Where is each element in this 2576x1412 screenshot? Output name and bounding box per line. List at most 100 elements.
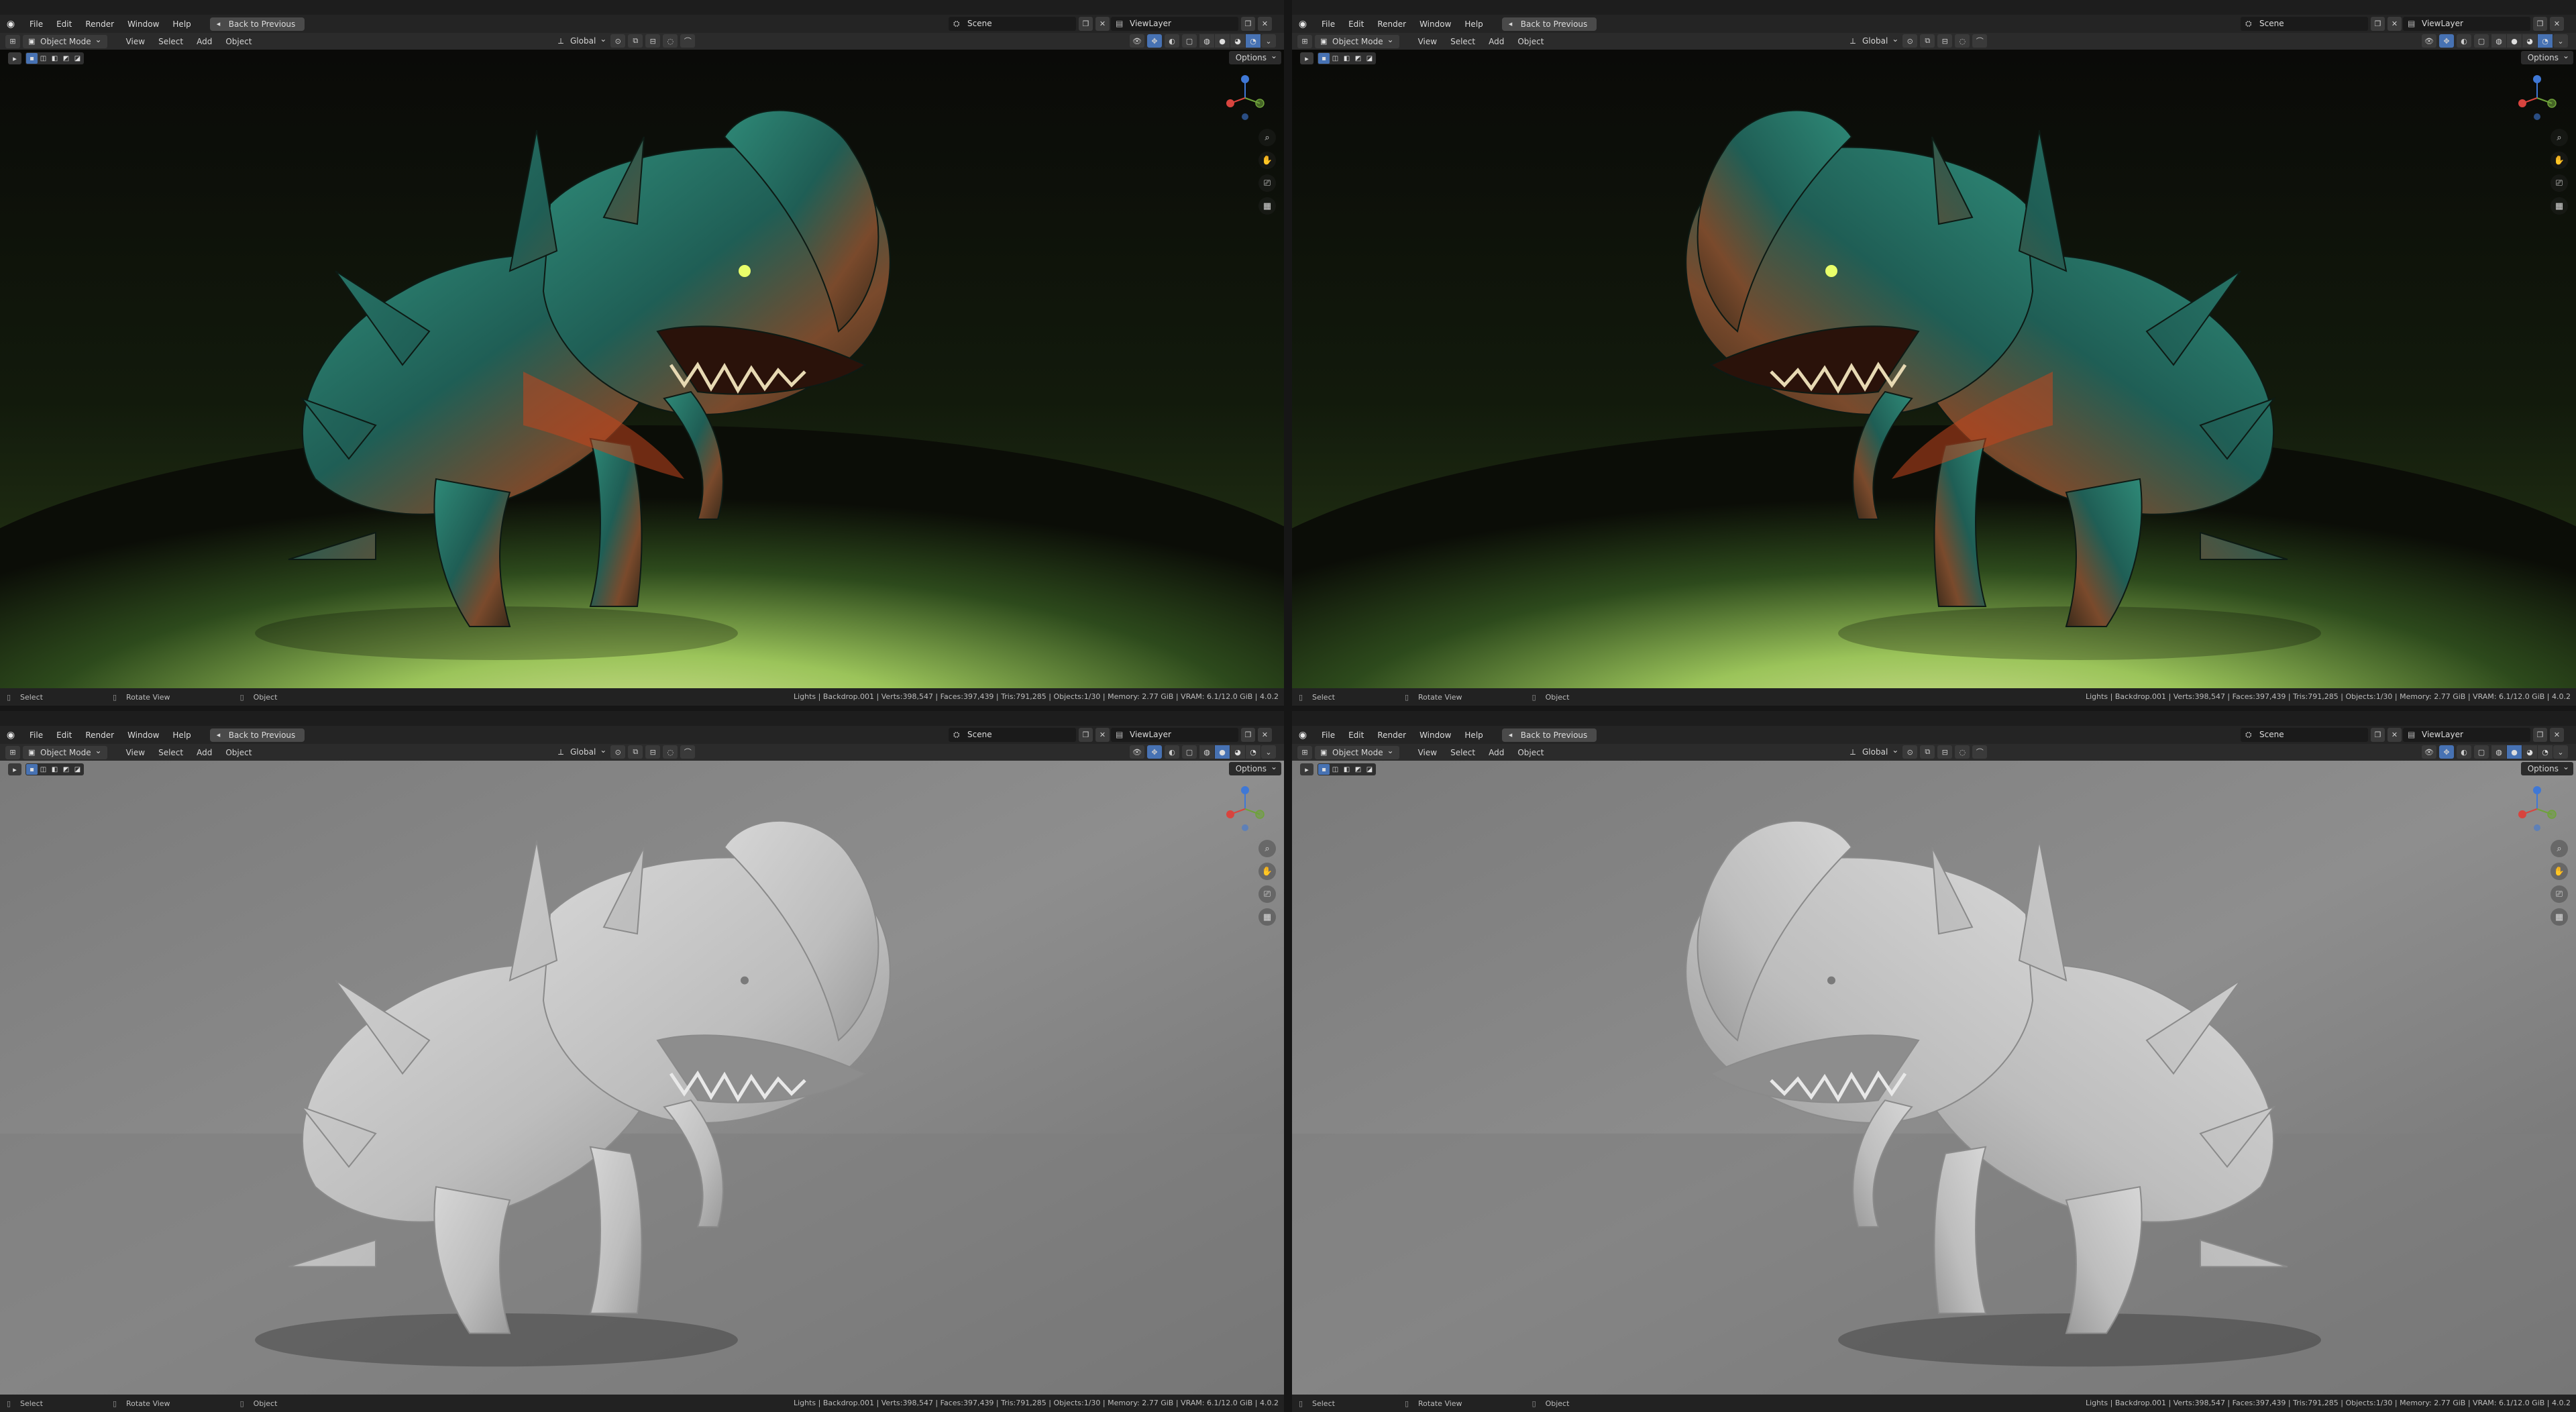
gizmo-toggle-icon[interactable]: ✥ [2439,34,2454,48]
menu-file[interactable]: File [23,728,50,743]
new-layer-icon[interactable]: ❐ [1241,17,1255,31]
menu-view[interactable]: View [1411,746,1444,759]
pivot-icon[interactable]: ⊙ [1902,745,1918,759]
overlay-icon[interactable]: ◐ [1165,34,1179,48]
shading-wireframe-icon[interactable]: ◍ [1199,745,1214,759]
select-subtract-icon[interactable]: ◧ [1341,764,1352,775]
snap-icon[interactable]: ⧉ [1920,34,1935,48]
falloff-icon[interactable]: ⌒ [1972,745,1988,759]
snap-icon[interactable]: ⧉ [628,34,643,48]
zoom-icon[interactable]: ⌕ [1258,840,1276,857]
menu-file[interactable]: File [1315,728,1342,743]
menu-edit[interactable]: Edit [50,17,78,32]
delete-layer-icon[interactable]: ✕ [2550,728,2564,742]
select-new-icon[interactable]: ▪ [26,53,38,64]
select-invert-icon[interactable]: ◩ [60,764,72,775]
editor-type-icon[interactable]: ⊞ [1297,745,1312,759]
select-invert-icon[interactable]: ◩ [1352,764,1364,775]
delete-layer-icon[interactable]: ✕ [1258,17,1272,31]
options-dropdown[interactable]: Options [1228,760,1281,775]
new-scene-icon[interactable]: ❐ [2371,728,2385,742]
blender-logo-icon[interactable]: ◉ [1296,728,1309,742]
menu-select[interactable]: Select [152,746,190,759]
blender-logo-icon[interactable]: ◉ [1296,17,1309,31]
menu-object[interactable]: Object [1511,35,1550,48]
camera-icon[interactable]: ⎚ [2551,885,2568,903]
overlay-icon[interactable]: ◐ [2457,745,2471,759]
orientation-dropdown[interactable]: Global [1846,32,1902,48]
orientation-dropdown[interactable]: Global [554,743,610,759]
shading-wireframe-icon[interactable]: ◍ [2491,745,2506,759]
back-to-previous-button[interactable]: Back to Previous [1501,728,1597,742]
menu-file[interactable]: File [23,17,50,32]
proportional-edit-icon[interactable]: ◌ [663,745,678,759]
ortho-grid-icon[interactable]: ▦ [2551,197,2568,215]
menu-file[interactable]: File [1315,17,1342,32]
snap-target-icon[interactable]: ⊟ [1937,745,1953,759]
shading-options-icon[interactable]: ⌄ [2553,34,2568,48]
menu-render[interactable]: Render [1371,17,1413,32]
ortho-grid-icon[interactable]: ▦ [1258,908,1276,926]
delete-layer-icon[interactable]: ✕ [2550,17,2564,31]
visibility-icon[interactable]: 👁 [2422,34,2436,48]
options-dropdown[interactable]: Options [1228,49,1281,64]
tool-cursor-icon[interactable]: ▸ [8,763,21,775]
select-extend-icon[interactable]: ◫ [38,53,49,64]
menu-render[interactable]: Render [78,728,121,743]
visibility-icon[interactable]: 👁 [2422,745,2436,759]
tool-cursor-icon[interactable]: ▸ [8,52,21,64]
visibility-icon[interactable]: 👁 [1130,34,1144,48]
viewport-3d[interactable]: ⌕ ✋ ⎚ ▦ [1292,761,2576,1395]
options-dropdown[interactable]: Options [2520,760,2573,775]
menu-help[interactable]: Help [166,728,197,743]
overlay-icon[interactable]: ◐ [1165,745,1179,759]
hand-icon[interactable]: ✋ [2551,152,2568,169]
delete-scene-icon[interactable]: ✕ [1095,17,1110,31]
mode-dropdown[interactable]: Object Mode [23,33,107,48]
menu-select[interactable]: Select [1444,35,1482,48]
menu-select[interactable]: Select [1444,746,1482,759]
menu-help[interactable]: Help [1458,728,1489,743]
delete-scene-icon[interactable]: ✕ [2387,728,2402,742]
mode-dropdown[interactable]: Object Mode [1315,33,1399,48]
navigation-gizmo-icon[interactable] [1225,785,1265,832]
options-dropdown[interactable]: Options [2520,49,2573,64]
menu-select[interactable]: Select [152,35,190,48]
navigation-gizmo-icon[interactable] [1225,74,1265,121]
hand-icon[interactable]: ✋ [2551,863,2568,880]
hand-icon[interactable]: ✋ [1258,863,1276,880]
viewport-3d[interactable]: ⌕ ✋ ⎚ ▦ [0,761,1284,1395]
shading-rendered-icon[interactable]: ◔ [1246,745,1260,759]
gizmo-toggle-icon[interactable]: ✥ [1147,745,1162,759]
falloff-icon[interactable]: ⌒ [680,745,696,759]
mode-dropdown[interactable]: Object Mode [1315,744,1399,759]
menu-render[interactable]: Render [1371,728,1413,743]
shading-options-icon[interactable]: ⌄ [2553,745,2568,759]
select-new-icon[interactable]: ▪ [26,764,38,775]
gizmo-toggle-icon[interactable]: ✥ [2439,745,2454,759]
xray-icon[interactable]: ▢ [1182,34,1197,48]
select-intersect-icon[interactable]: ◪ [72,53,83,64]
menu-help[interactable]: Help [1458,17,1489,32]
orientation-dropdown[interactable]: Global [1846,743,1902,759]
editor-type-icon[interactable]: ⊞ [5,745,20,759]
snap-icon[interactable]: ⧉ [628,745,643,759]
proportional-edit-icon[interactable]: ◌ [1955,34,1970,48]
viewport-3d[interactable]: ⌕ ✋ ⎚ ▦ [0,50,1284,688]
snap-target-icon[interactable]: ⊟ [1937,34,1953,48]
navigation-gizmo-icon[interactable] [2517,785,2557,832]
menu-help[interactable]: Help [166,17,197,32]
xray-icon[interactable]: ▢ [2474,745,2489,759]
shading-rendered-icon[interactable]: ◔ [2538,34,2553,48]
camera-icon[interactable]: ⎚ [2551,174,2568,192]
menu-edit[interactable]: Edit [50,728,78,743]
viewport-3d[interactable]: ⌕ ✋ ⎚ ▦ [1292,50,2576,688]
blender-logo-icon[interactable]: ◉ [4,17,17,31]
zoom-icon[interactable]: ⌕ [1258,129,1276,146]
select-new-icon[interactable]: ▪ [1318,764,1330,775]
snap-target-icon[interactable]: ⊟ [645,34,661,48]
menu-add[interactable]: Add [1482,746,1511,759]
menu-view[interactable]: View [119,746,152,759]
view-layer-field[interactable]: ▤ ViewLayer [1111,728,1238,742]
scene-field[interactable]: ⛭ Scene [949,728,1076,742]
